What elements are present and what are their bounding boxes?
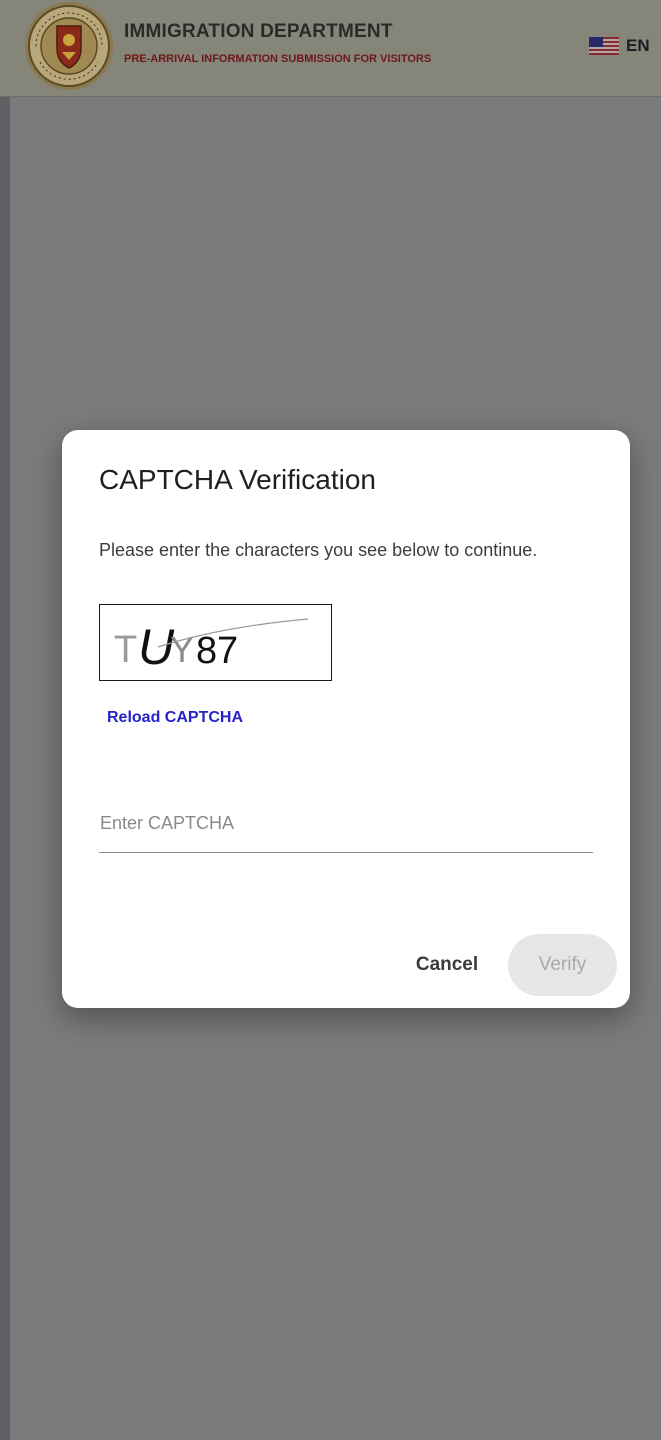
immigration-emblem-icon (22, 0, 116, 94)
reload-captcha-link[interactable]: Reload CAPTCHA (107, 709, 243, 727)
us-flag-icon[interactable] (589, 37, 619, 55)
captcha-input[interactable] (99, 795, 593, 853)
captcha-char: 7 (217, 630, 238, 672)
department-title: IMMIGRATION DEPARTMENT (124, 21, 393, 42)
captcha-char: T (114, 629, 137, 671)
department-subtitle: PRE-ARRIVAL INFORMATION SUBMISSION FOR V… (124, 53, 432, 65)
captcha-dialog: CAPTCHA Verification Please enter the ch… (62, 430, 630, 1008)
dialog-instruction: Please enter the characters you see belo… (99, 540, 538, 560)
verify-button[interactable]: Verify (508, 934, 617, 996)
left-frame-edge (0, 97, 10, 1440)
app-header: IMMIGRATION DEPARTMENT PRE-ARRIVAL INFOR… (0, 0, 661, 97)
language-selector[interactable]: EN (626, 36, 650, 56)
captcha-char: Y (170, 629, 194, 670)
captcha-image: T U Y 8 7 (99, 604, 332, 681)
cancel-button[interactable]: Cancel (392, 934, 502, 996)
dialog-title: CAPTCHA Verification (99, 464, 376, 495)
